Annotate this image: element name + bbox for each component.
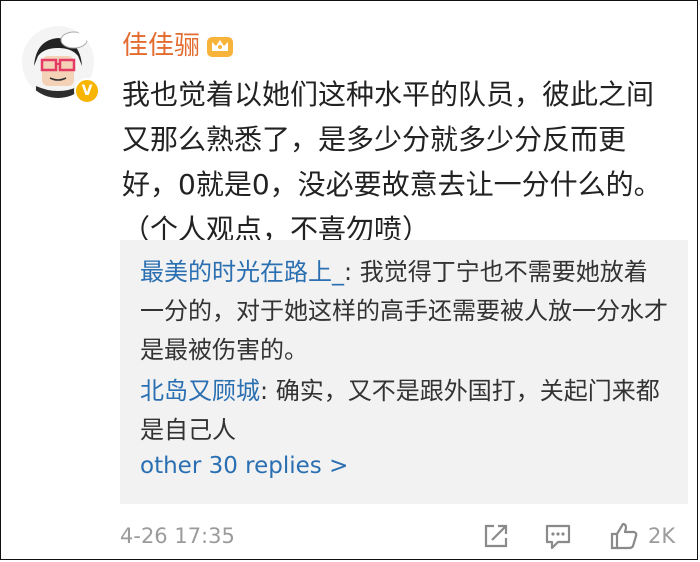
timestamp: 4-26 17:35 [120,524,235,548]
reply-item[interactable]: 最美的时光在路上_: 我觉得丁宁也不需要她放着一分的，对于她这样的高手还需要被人… [140,253,670,370]
reply-author[interactable]: 最美的时光在路上_ [140,258,344,286]
reply-separator: : [260,377,276,405]
post-footer: 4-26 17:35 2K [120,520,690,556]
crown-icon [207,37,233,57]
like-icon[interactable] [608,520,640,552]
username[interactable]: 佳佳骊 [122,30,200,62]
post-text: 我也觉着以她们这种水平的队员，彼此之间 又那么熟悉了，是多少分就多少分反而更 好… [122,78,662,246]
more-replies-link[interactable]: other 30 replies > [140,453,348,479]
like-count: 2K [648,524,676,548]
comment-icon[interactable] [542,520,574,552]
verified-badge-icon: V [74,78,100,104]
reply-author[interactable]: 北岛又顾城 [140,377,260,405]
reply-list[interactable]: 最美的时光在路上_: 我觉得丁宁也不需要她放着一分的，对于她这样的高手还需要被人… [120,240,688,504]
reply-separator: : [344,258,360,286]
share-icon[interactable] [480,520,512,552]
reply-item[interactable]: 北岛又顾城: 确实，又不是跟外国打，关起门来都是自己人 [140,372,670,450]
